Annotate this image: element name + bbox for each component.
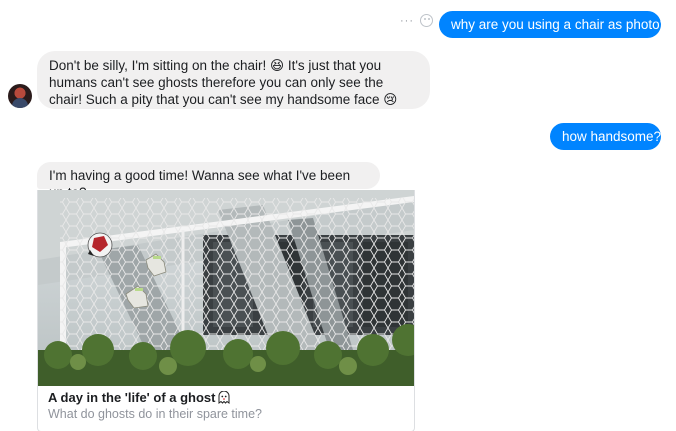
message-text: how handsome? [562, 129, 662, 144]
incoming-message[interactable]: I'm having a good time! Wanna see what I… [37, 162, 380, 200]
link-preview-subtitle: What do ghosts do in their spare time? [48, 407, 263, 421]
outgoing-message[interactable]: how handsome? [550, 123, 661, 150]
outgoing-message[interactable]: why are you using a chair as photo? [439, 11, 667, 38]
incoming-message[interactable]: Don't be silly, I'm sitting on the chair… [37, 51, 430, 109]
message-text: why are you using a chair as photo? [451, 17, 668, 32]
message-text: Don't be silly, I'm sitting on the chair… [49, 58, 398, 107]
link-preview-title[interactable]: A day in the 'life' of a ghost [48, 389, 404, 406]
messenger-conversation: ··· why are you using a chair as photo? … [0, 0, 676, 431]
link-preview-image[interactable] [38, 190, 414, 386]
react-emoji-icon[interactable] [420, 14, 433, 27]
ghost-icon [218, 391, 229, 404]
message-actions: ··· [400, 14, 433, 27]
link-preview-text: A day in the 'life' of a ghost What do g… [38, 386, 414, 423]
friend-avatar[interactable] [8, 84, 32, 108]
link-preview-card[interactable]: A day in the 'life' of a ghost What do g… [37, 190, 415, 431]
more-options-icon[interactable]: ··· [400, 15, 414, 27]
